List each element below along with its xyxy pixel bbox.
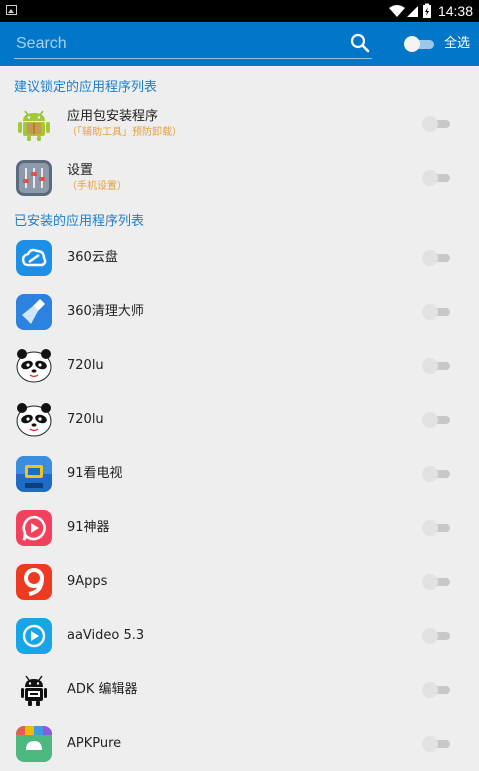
app-name: 设置 [67,163,94,178]
app-name: 720lu [67,358,104,373]
app-row[interactable]: 9Apps [0,555,479,609]
status-time: 14:38 [437,3,473,19]
toggle-thumb [404,36,420,52]
toggle-thumb [422,682,438,698]
battery-icon [423,3,431,18]
app-row[interactable]: 720lu [0,339,479,393]
app-name: 720lu [67,412,104,427]
lock-toggle[interactable] [422,520,450,536]
app-name: 360清理大师 [67,304,144,319]
app-row[interactable]: 91看电视 [0,447,479,501]
lock-toggle[interactable] [422,574,450,590]
nine-icon [16,564,52,600]
toggle-thumb [422,628,438,644]
select-all-label[interactable]: 全选 [444,36,470,52]
play-circle-icon [16,618,52,654]
status-bar: 14:38 [0,0,479,22]
app-name: 91神器 [67,520,110,535]
app-row[interactable]: APKPure [0,717,479,771]
android-robot-icon [16,672,52,708]
lock-toggle[interactable] [422,358,450,374]
android-store-icon [16,726,52,762]
app-name: APKPure [67,736,122,751]
lock-toggle[interactable] [422,250,450,266]
toggle-thumb [422,304,438,320]
search-input[interactable] [16,32,336,56]
app-bar: 全选 [0,22,479,66]
toggle-thumb [422,466,438,482]
app-name: ADK 编辑器 [67,682,138,697]
app-name: aaVideo 5.3 [67,628,145,643]
app-row[interactable]: 720lu [0,393,479,447]
app-row[interactable]: 360云盘 [0,231,479,285]
app-row[interactable]: aaVideo 5.3 [0,609,479,663]
wifi-icon [389,5,405,17]
search-box [14,30,372,59]
lock-toggle[interactable] [422,682,450,698]
settings-sliders-icon [16,160,52,196]
section-header-installed: 已安装的应用程序列表 [14,214,145,229]
toggle-thumb [422,520,438,536]
app-name: 91看电视 [67,466,123,481]
toggle-thumb [422,412,438,428]
toggle-thumb [422,170,438,186]
app-subtitle: （「辅助工具」预防卸载） [67,127,182,138]
panda-icon [16,348,52,384]
section-header-suggested: 建议锁定的应用程序列表 [14,80,158,95]
tv-icon [16,456,52,492]
lock-toggle[interactable] [422,736,450,752]
broom-icon [16,294,52,330]
lock-toggle[interactable] [422,628,450,644]
lock-toggle[interactable] [422,170,450,186]
app-row[interactable]: 91神器 [0,501,479,555]
lock-toggle[interactable] [422,304,450,320]
app-row[interactable]: ADK 编辑器 [0,663,479,717]
toggle-thumb [422,250,438,266]
toggle-thumb [422,116,438,132]
toggle-thumb [422,736,438,752]
cloud-icon [16,240,52,276]
toggle-thumb [422,358,438,374]
lock-toggle[interactable] [422,466,450,482]
image-notification-icon [6,5,17,15]
app-name: 9Apps [67,574,108,589]
toggle-thumb [422,574,438,590]
android-installer-icon [16,106,52,142]
play-bubble-icon [16,510,52,546]
app-row[interactable]: 360清理大师 [0,285,479,339]
signal-icon [407,6,418,17]
select-all-toggle[interactable] [404,36,434,52]
lock-toggle[interactable] [422,412,450,428]
system-status-icons [389,3,431,18]
app-name: 360云盘 [67,250,118,265]
search-icon[interactable] [350,33,370,53]
lock-toggle[interactable] [422,116,450,132]
app-row[interactable]: 设置 （手机设置） [0,151,479,205]
panda-icon [16,402,52,438]
app-subtitle: （手机设置） [67,181,127,192]
app-name: 应用包安装程序 [67,109,159,124]
app-row[interactable]: 应用包安装程序 （「辅助工具」预防卸载） [0,97,479,151]
